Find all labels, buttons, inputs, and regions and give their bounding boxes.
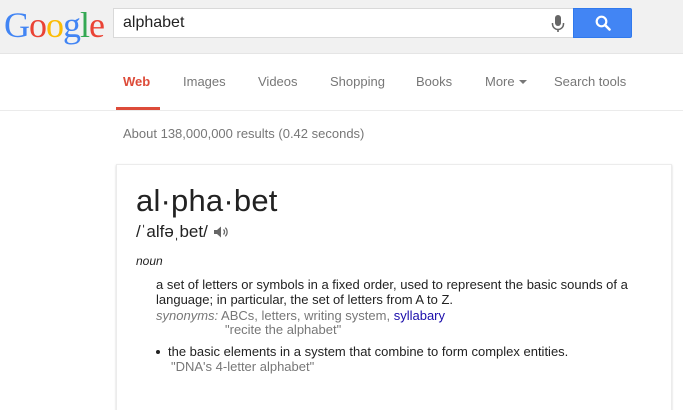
part-of-speech: noun	[136, 254, 163, 268]
headword: al·pha·bet	[136, 183, 278, 218]
sense-definition-2: the basic elements in a system that comb…	[168, 344, 569, 359]
sense-definition-1: a set of letters or symbols in a fixed o…	[156, 277, 628, 307]
search-icon	[595, 15, 611, 31]
tab-more[interactable]: More	[485, 74, 527, 89]
synonyms-label: synonyms:	[156, 308, 219, 323]
tab-books[interactable]: Books	[416, 74, 452, 89]
logo-letter: G	[4, 5, 30, 45]
pronunciation-row: /ˈalfəˌbet/	[136, 222, 229, 242]
search-input[interactable]	[123, 9, 543, 37]
bullet-icon	[156, 349, 160, 354]
tab-images[interactable]: Images	[183, 74, 226, 89]
dictionary-card: al·pha·bet /ˈalfəˌbet/ noun a set of let…	[116, 164, 672, 410]
active-tab-indicator	[116, 107, 160, 110]
logo-letter: o	[46, 5, 64, 45]
tab-web[interactable]: Web	[123, 74, 150, 89]
synonyms-list: ABCs, letters, writing system,	[221, 308, 391, 323]
logo-letter: e	[89, 5, 105, 45]
tab-shopping[interactable]: Shopping	[330, 74, 385, 89]
search-tabs: Web Images Videos Shopping Books More Se…	[0, 55, 683, 111]
google-logo[interactable]: Google	[4, 5, 105, 45]
microphone-icon[interactable]	[551, 15, 565, 33]
logo-letter: o	[29, 5, 47, 45]
result-stats: About 138,000,000 results (0.42 seconds)	[123, 126, 365, 141]
chevron-down-icon	[518, 79, 527, 84]
sense-example-2: "DNA's 4-letter alphabet"	[171, 359, 315, 374]
sense-example-1: "recite the alphabet"	[225, 322, 342, 337]
pronunciation: /ˈalfəˌbet/	[136, 222, 208, 241]
tab-videos[interactable]: Videos	[258, 74, 298, 89]
search-button[interactable]	[573, 8, 632, 38]
sense-definition-2-row: the basic elements in a system that comb…	[156, 344, 568, 359]
logo-letter: g	[63, 5, 81, 45]
search-box	[113, 8, 573, 38]
logo-letter: l	[80, 5, 90, 45]
synonym-link-syllabary[interactable]: syllabary	[394, 308, 445, 323]
synonyms-row: synonyms: ABCs, letters, writing system,…	[156, 308, 445, 323]
tab-more-label: More	[485, 74, 515, 89]
top-bar: Google	[0, 0, 683, 54]
tab-search-tools[interactable]: Search tools	[554, 74, 626, 89]
speaker-icon[interactable]	[213, 225, 229, 239]
